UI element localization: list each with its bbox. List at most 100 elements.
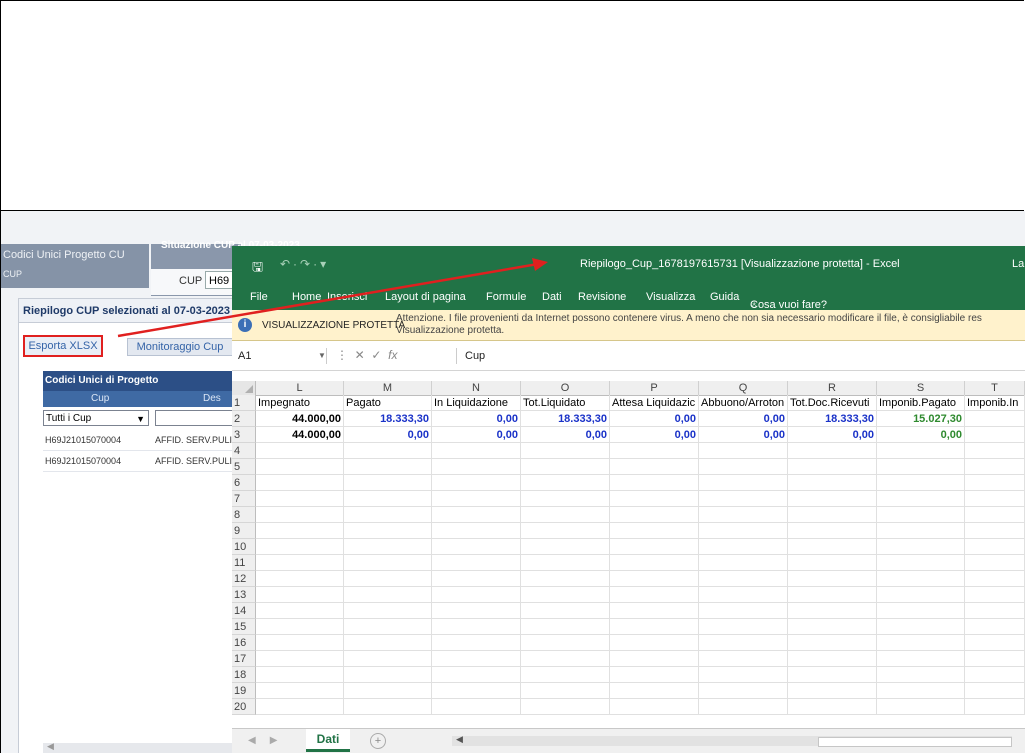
cell-q7[interactable] xyxy=(699,491,788,507)
cell-m5[interactable] xyxy=(344,459,432,475)
cell-o1[interactable]: Tot.Liquidato xyxy=(521,395,610,411)
cell-l1[interactable]: Impegnato xyxy=(256,395,344,411)
cell-s7[interactable] xyxy=(877,491,965,507)
cell-t10[interactable] xyxy=(965,539,1025,555)
cell-o15[interactable] xyxy=(521,619,610,635)
cell-p9[interactable] xyxy=(610,523,699,539)
cell-s15[interactable] xyxy=(877,619,965,635)
cell-q8[interactable] xyxy=(699,507,788,523)
menu-layout[interactable]: Layout di pagina xyxy=(385,291,466,303)
cell-l20[interactable] xyxy=(256,699,344,715)
cell-r8[interactable] xyxy=(788,507,877,523)
cell-t11[interactable] xyxy=(965,555,1025,571)
column-header-q[interactable]: Q xyxy=(699,381,788,395)
row-header-18[interactable]: 18 xyxy=(232,667,256,683)
scroll-thumb[interactable] xyxy=(818,737,1012,747)
cell-n7[interactable] xyxy=(432,491,521,507)
cell-r5[interactable] xyxy=(788,459,877,475)
cell-m2[interactable]: 18.333,30 xyxy=(344,411,432,427)
cell-t8[interactable] xyxy=(965,507,1025,523)
cell-l11[interactable] xyxy=(256,555,344,571)
cell-m1[interactable]: Pagato xyxy=(344,395,432,411)
cell-m10[interactable] xyxy=(344,539,432,555)
cell-l13[interactable] xyxy=(256,587,344,603)
cell-p14[interactable] xyxy=(610,603,699,619)
column-header-p[interactable]: P xyxy=(610,381,699,395)
cell-l12[interactable] xyxy=(256,571,344,587)
cell-q16[interactable] xyxy=(699,635,788,651)
cell-n11[interactable] xyxy=(432,555,521,571)
cell-t17[interactable] xyxy=(965,651,1025,667)
cell-o18[interactable] xyxy=(521,667,610,683)
sheet-tab-dati[interactable]: Dati xyxy=(306,729,350,752)
menu-visualizza[interactable]: Visualizza xyxy=(646,291,695,303)
cell-o16[interactable] xyxy=(521,635,610,651)
cell-t12[interactable] xyxy=(965,571,1025,587)
formula-controls[interactable]: ⋮ ✕ ✓ fx xyxy=(336,348,397,362)
cell-m6[interactable] xyxy=(344,475,432,491)
cell-t7[interactable] xyxy=(965,491,1025,507)
cell-r15[interactable] xyxy=(788,619,877,635)
row-header-9[interactable]: 9 xyxy=(232,523,256,539)
cell-s16[interactable] xyxy=(877,635,965,651)
cell-t15[interactable] xyxy=(965,619,1025,635)
cell-n13[interactable] xyxy=(432,587,521,603)
cell-t18[interactable] xyxy=(965,667,1025,683)
cell-n12[interactable] xyxy=(432,571,521,587)
cell-o13[interactable] xyxy=(521,587,610,603)
cell-q11[interactable] xyxy=(699,555,788,571)
cell-s14[interactable] xyxy=(877,603,965,619)
row-header-15[interactable]: 15 xyxy=(232,619,256,635)
menu-revisione[interactable]: Revisione xyxy=(578,291,626,303)
user-name[interactable]: La xyxy=(1012,258,1024,270)
cell-o2[interactable]: 18.333,30 xyxy=(521,411,610,427)
spreadsheet-grid[interactable]: LMNOPQRST 1 Impegnato Pagato In Liquidazion… xyxy=(232,381,1025,728)
cell-p20[interactable] xyxy=(610,699,699,715)
column-header-n[interactable]: N xyxy=(432,381,521,395)
cell-m3[interactable]: 0,00 xyxy=(344,427,432,443)
col-des-header[interactable]: Des xyxy=(203,391,221,407)
cell-o17[interactable] xyxy=(521,651,610,667)
row-header-12[interactable]: 12 xyxy=(232,571,256,587)
cell-s5[interactable] xyxy=(877,459,965,475)
scroll-left-icon[interactable]: ◀ xyxy=(47,741,54,752)
cell-l18[interactable] xyxy=(256,667,344,683)
cell-q17[interactable] xyxy=(699,651,788,667)
cell-q2[interactable]: 0,00 xyxy=(699,411,788,427)
cell-p6[interactable] xyxy=(610,475,699,491)
cell-q10[interactable] xyxy=(699,539,788,555)
cell-r14[interactable] xyxy=(788,603,877,619)
monitoraggio-cup-button[interactable]: Monitoraggio Cup xyxy=(127,338,233,356)
cell-q20[interactable] xyxy=(699,699,788,715)
cell-r2[interactable]: 18.333,30 xyxy=(788,411,877,427)
cell-p15[interactable] xyxy=(610,619,699,635)
cell-n5[interactable] xyxy=(432,459,521,475)
cell-p19[interactable] xyxy=(610,683,699,699)
cell-s18[interactable] xyxy=(877,667,965,683)
cell-t2[interactable] xyxy=(965,411,1025,427)
cell-o4[interactable] xyxy=(521,443,610,459)
cell-s6[interactable] xyxy=(877,475,965,491)
cell-l17[interactable] xyxy=(256,651,344,667)
row-header-7[interactable]: 7 xyxy=(232,491,256,507)
cell-n17[interactable] xyxy=(432,651,521,667)
cell-o19[interactable] xyxy=(521,683,610,699)
row-header-19[interactable]: 19 xyxy=(232,683,256,699)
menu-guida[interactable]: Guida xyxy=(710,291,739,303)
row-header-13[interactable]: 13 xyxy=(232,587,256,603)
cell-t16[interactable] xyxy=(965,635,1025,651)
cell-l2[interactable]: 44.000,00 xyxy=(256,411,344,427)
cell-r10[interactable] xyxy=(788,539,877,555)
column-header-o[interactable]: O xyxy=(521,381,610,395)
cell-p3[interactable]: 0,00 xyxy=(610,427,699,443)
cell-l15[interactable] xyxy=(256,619,344,635)
cell-l8[interactable] xyxy=(256,507,344,523)
cell-r6[interactable] xyxy=(788,475,877,491)
cell-m14[interactable] xyxy=(344,603,432,619)
row-header-16[interactable]: 16 xyxy=(232,635,256,651)
cell-t14[interactable] xyxy=(965,603,1025,619)
cup-filter-select[interactable]: Tutti i Cup ▼ xyxy=(43,410,149,426)
cell-m7[interactable] xyxy=(344,491,432,507)
cell-p5[interactable] xyxy=(610,459,699,475)
cell-n14[interactable] xyxy=(432,603,521,619)
